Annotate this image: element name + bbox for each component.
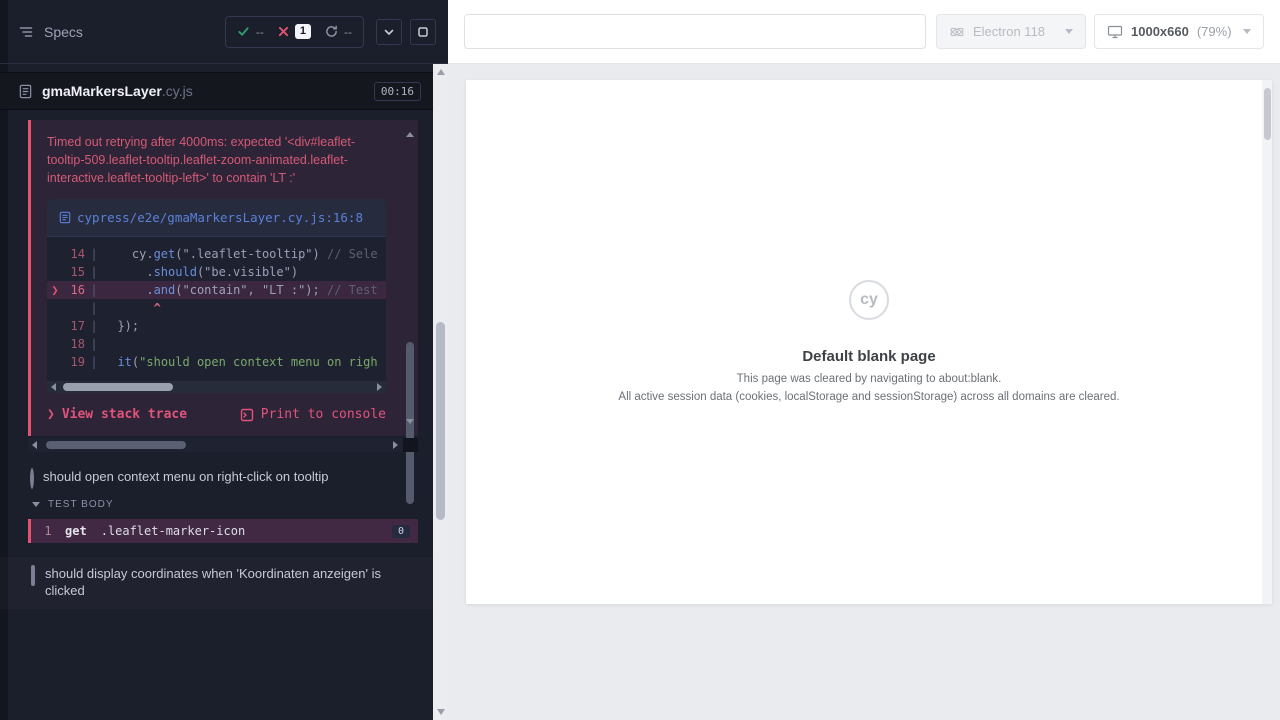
blank-page-message: cy Default blank page This page was clea… (466, 80, 1272, 604)
stat-pending[interactable]: -- (325, 25, 352, 39)
scrollbar-thumb[interactable] (63, 383, 173, 391)
code-line: 18| (47, 335, 386, 353)
print-to-console-button[interactable]: Print to console (240, 407, 386, 422)
check-icon (237, 25, 250, 38)
chevron-down-icon (1065, 29, 1073, 34)
url-input[interactable] (464, 14, 926, 49)
passed-count: -- (256, 25, 264, 39)
attempt-vertical-scrollbar[interactable] (404, 130, 416, 426)
command-number: 1 (31, 524, 65, 538)
cypress-logo: cy (849, 280, 889, 320)
code-line: 17| }); (47, 317, 386, 335)
test-item-pending[interactable]: should display coordinates when 'Koordin… (0, 557, 433, 609)
test-pending-icon (30, 567, 36, 585)
scroll-down-arrow-icon (437, 709, 445, 715)
reporter-log: gmaMarkersLayer.cy.js 00:16 Timed out re… (0, 64, 433, 720)
scroll-left-arrow-icon (51, 383, 56, 391)
code-snippet: 14| cy.get(".leaflet-tooltip") // Sele 1… (47, 237, 386, 381)
spec-file-icon (18, 84, 33, 99)
attempt-horizontal-scrollbar[interactable] (28, 438, 418, 452)
code-frame-file-link[interactable]: cypress/e2e/gmaMarkersLayer.cy.js:16:8 (59, 210, 363, 225)
specs-list-icon[interactable] (18, 24, 34, 40)
blank-page-line2: All active session data (cookies, localS… (618, 390, 1119, 405)
test-item-running[interactable]: should open context menu on right-click … (0, 462, 433, 494)
code-line: 14| cy.get(".leaflet-tooltip") // Sele (47, 245, 386, 263)
spec-extension: .cy.js (162, 83, 193, 99)
blank-page-line1: This page was cleared by navigating to a… (737, 372, 1002, 387)
scrollbar-thumb[interactable] (1264, 88, 1271, 140)
viewport-icon (1107, 25, 1123, 39)
reporter-header: Specs -- 1 (0, 0, 448, 64)
viewport-select[interactable]: 1000x660 (79%) (1094, 14, 1264, 49)
scroll-down-arrow-icon (406, 419, 414, 424)
command-method: get (65, 524, 87, 538)
error-code-frame: cypress/e2e/gmaMarkersLayer.cy.js:16:8 1… (47, 199, 386, 393)
scrollbar-corner (403, 438, 418, 452)
command-log-row[interactable]: 1 get .leaflet-marker-icon 0 (28, 519, 418, 543)
code-line-highlighted: ❯16| .and("contain", "LT :"); // Test (47, 281, 386, 299)
spec-header[interactable]: gmaMarkersLayer.cy.js 00:16 (0, 72, 433, 110)
blank-page-title: Default blank page (802, 348, 935, 365)
aut-container: cy Default blank page This page was clea… (448, 64, 1280, 720)
scrollbar-thumb[interactable] (436, 322, 445, 520)
scroll-right-arrow-icon (393, 441, 398, 449)
chevron-down-icon (383, 26, 395, 38)
stat-failed[interactable]: 1 (278, 24, 311, 39)
browser-select[interactable]: Electron 118 (936, 14, 1086, 49)
test-body-section-header[interactable]: TEST BODY (0, 494, 433, 515)
aut-iframe: cy Default blank page This page was clea… (466, 80, 1272, 604)
browser-label: Electron 118 (973, 24, 1057, 39)
scroll-up-arrow-icon (406, 132, 414, 137)
scroll-left-arrow-icon (32, 441, 37, 449)
code-line: 19| it("should open context menu on righ (47, 353, 386, 371)
specs-title: Specs (44, 24, 83, 40)
stat-passed[interactable]: -- (237, 25, 264, 39)
command-count-badge: 0 (392, 525, 410, 538)
failed-attempt-block: Timed out retrying after 4000ms: expecte… (28, 120, 418, 436)
scroll-up-arrow-icon (437, 69, 445, 75)
spec-duration-badge: 00:16 (374, 82, 421, 101)
viewport-scale: (79%) (1197, 24, 1235, 39)
chevron-down-icon (1243, 29, 1251, 34)
code-horizontal-scrollbar[interactable] (47, 381, 386, 393)
test-title: should open context menu on right-click … (43, 468, 328, 485)
error-message: Timed out retrying after 4000ms: expecte… (47, 133, 400, 187)
view-stack-trace-link[interactable]: ❯ View stack trace (47, 407, 187, 422)
scroll-right-arrow-icon (377, 383, 382, 391)
stop-icon (416, 25, 430, 39)
console-icon (240, 408, 254, 422)
x-icon (278, 26, 289, 37)
runner-header: Electron 118 1000x660 (79%) (448, 0, 1280, 64)
failed-count: 1 (295, 24, 311, 39)
test-stats: -- 1 -- (225, 16, 364, 48)
test-running-icon (30, 470, 34, 488)
spec-name: gmaMarkersLayer (42, 83, 162, 99)
electron-icon (949, 24, 965, 40)
code-caret-line: | ^ (47, 299, 386, 317)
test-title: should display coordinates when 'Koordin… (45, 565, 397, 599)
reporter-vertical-scrollbar[interactable] (433, 64, 448, 720)
collapse-reporter-button[interactable] (376, 19, 402, 45)
cypress-runner-app: Specs -- 1 (0, 0, 1280, 720)
runner-panel: Electron 118 1000x660 (79%) cy Default b… (448, 0, 1280, 720)
stop-run-button[interactable] (410, 19, 436, 45)
command-args: .leaflet-marker-icon (101, 524, 392, 538)
reporter-sidebar: Specs -- 1 (0, 0, 448, 720)
aut-vertical-scrollbar[interactable] (1262, 80, 1272, 604)
viewport-size: 1000x660 (1131, 24, 1189, 39)
scrollbar-thumb[interactable] (46, 441, 186, 449)
test-body-label: TEST BODY (48, 499, 114, 510)
restart-icon (325, 25, 338, 38)
pending-count: -- (344, 25, 352, 39)
chevron-down-icon (32, 502, 40, 507)
code-line: 15| .should("be.visible") (47, 263, 386, 281)
chevron-right-icon: ❯ (47, 407, 55, 422)
